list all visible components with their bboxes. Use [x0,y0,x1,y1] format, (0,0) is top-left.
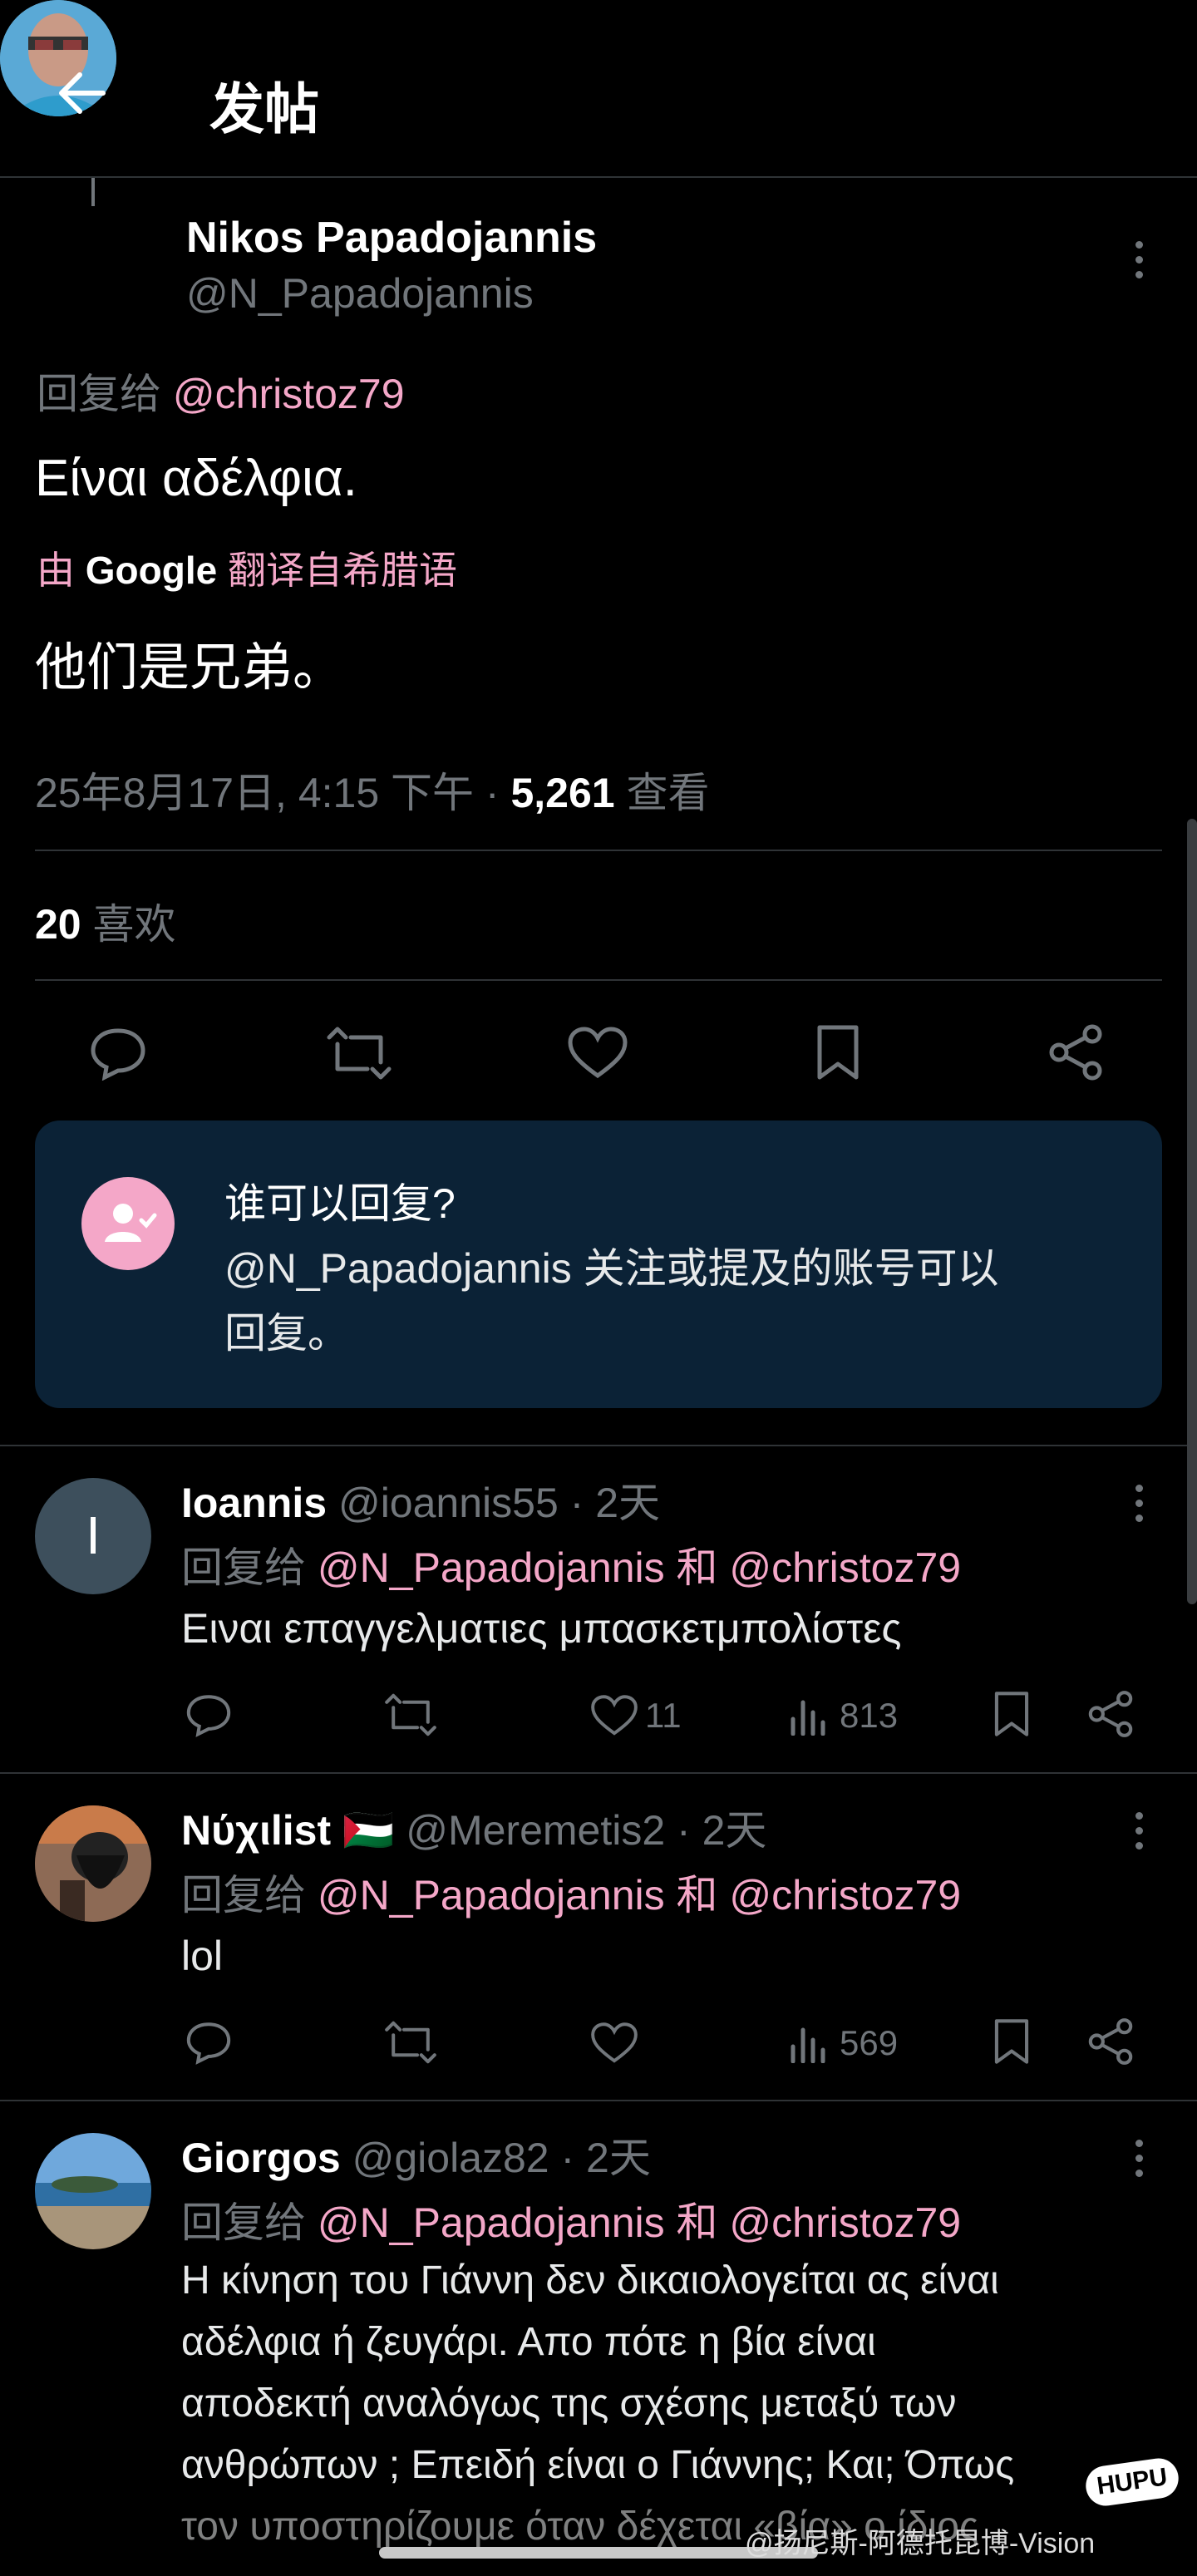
reply-divider [0,1772,1197,1774]
who-can-reply-card: 谁可以回复? @N_Papadojannis 关注或提及的账号可以 回复。 [35,1121,1162,1408]
reply-author-name[interactable]: Giorgos [181,2135,341,2181]
like-icon[interactable] [567,1026,628,1081]
like-icon[interactable] [590,1694,638,1737]
author-name[interactable]: Nikos Papadojannis [186,213,597,263]
share-icon[interactable] [1046,1022,1106,1082]
reply-mention[interactable]: @christoz79 [729,1872,961,1918]
page-title: 发帖 [209,78,319,140]
who-can-reply-line1: @N_Papadojannis 关注或提及的账号可以 [224,1245,999,1292]
reply-mention[interactable]: @christoz79 [173,371,405,417]
reply-mention[interactable]: @N_Papadojannis [318,2199,665,2246]
reply-context: 回复给 @N_Papadojannis 和 @christoz79 [181,1534,961,1594]
reply-text-line: ανθρώπων ; Επειδή είναι ο Γιάννης; Και; … [181,2443,1015,2487]
reply-conj: 和 [676,1872,718,1918]
retweet-icon[interactable] [384,1692,437,1737]
reply-conj: 和 [676,2199,718,2246]
meta-divider [35,850,1162,851]
reply-mention[interactable]: @christoz79 [729,2199,961,2246]
share-icon[interactable] [1086,2017,1135,2066]
tweet-text: Είναι αδέλφια. [35,450,357,507]
reply-mention[interactable]: @christoz79 [729,1544,961,1591]
reply-icon[interactable] [185,1692,233,1737]
reply-icon[interactable] [88,1026,148,1081]
reply-header: Ioannis @ioannis55 · 2天 [181,1470,660,1529]
tweet-meta: 25年8月17日, 4:15 下午 · 5,261 查看 [35,760,710,820]
like-count: 11 [645,1696,682,1735]
reply-author-name[interactable]: Νύχιlist [181,1807,331,1854]
reply-mention[interactable]: @N_Papadojannis [318,1872,665,1918]
reply-author-handle[interactable]: @Meremetis2 · 2天 [406,1807,766,1854]
bookmark-icon[interactable] [993,1689,1031,1739]
reply-conj: 和 [676,1544,718,1591]
translate-by: 由 [37,549,75,592]
like-icon[interactable] [590,2022,638,2065]
reply-context: 回复给 @N_Papadojannis 和 @christoz79 [181,1862,961,1922]
flag-icon: 🇵🇸 [342,1807,395,1854]
more-options-icon[interactable] [1135,1485,1145,1528]
more-options-icon[interactable] [1135,241,1145,284]
scrollbar[interactable] [1187,819,1197,1604]
reply-icon[interactable] [185,2020,233,2065]
hupu-logo: HUPU [1083,2455,1181,2509]
likes-summary[interactable]: 20 喜欢 [35,891,176,951]
views-count: 5,261 [510,770,615,816]
reply-author-handle[interactable]: @ioannis55 · 2天 [338,1480,660,1526]
reply-avatar[interactable] [35,1805,151,1922]
timestamp: 25年8月17日, 4:15 下午 · [35,770,511,816]
translate-source: 翻译自希腊语 [228,549,458,592]
tweet-translation: 他们是兄弟。 [35,639,345,697]
thread-line [91,178,95,206]
who-can-reply-title: 谁可以回复? [224,1180,456,1227]
reply-avatar[interactable]: I [35,1478,151,1594]
reply-prefix: 回复给 [181,1872,306,1918]
header-divider [0,176,1197,178]
author-handle[interactable]: @N_Papadojannis [186,269,534,318]
more-options-icon[interactable] [1135,1812,1145,1855]
views-icon[interactable] [788,1694,828,1736]
bookmark-icon[interactable] [815,1022,861,1082]
who-can-reply-line2: 回复。 [224,1310,349,1357]
reply-author-handle[interactable]: @giolaz82 · 2天 [352,2135,651,2181]
share-icon[interactable] [1086,1689,1135,1739]
reply-text: Ειναι επαγγελματιες μπασκετμπολίστες [181,1605,902,1652]
reply-text: lol [181,1933,224,1979]
translation-attribution[interactable]: 由 Google 翻译自希腊语 [37,540,457,595]
reply-text-line: αδέλφια ή ζευγάρι. Απο πότε η βία είναι [181,2320,876,2364]
retweet-icon[interactable] [326,1026,392,1081]
avatar-letter: I [86,1505,101,1565]
retweet-icon[interactable] [384,2020,437,2065]
likes-divider [35,979,1162,981]
reply-mention[interactable]: @N_Papadojannis [318,1544,665,1591]
reply-text-line: Η κίνηση του Γιάννη δεν δικαιολογείται α… [181,2258,999,2303]
reply-prefix: 回复给 [181,2199,306,2246]
bookmark-icon[interactable] [993,2017,1031,2066]
views-label: 查看 [614,770,710,816]
reply-context: 回复给 @christoz79 [37,361,405,421]
reply-author-name[interactable]: Ioannis [181,1480,327,1526]
reply-text-line: αποδεκτή αναλόγως της σχέσης μεταξύ των [181,2381,957,2426]
watermark-text: @扬尼斯-阿德托昆博-Vision [745,2528,1096,2559]
google-logo: Google [85,549,218,592]
views-count: 569 [840,2023,899,2062]
views-icon[interactable] [788,2022,828,2063]
reply-prefix: 回复给 [37,371,161,417]
likes-count: 20 [35,901,81,948]
reply-avatar[interactable] [35,2133,151,2249]
reply-header: Νύχιlist 🇵🇸 @Meremetis2 · 2天 [181,1797,766,1857]
views-count: 813 [840,1696,899,1735]
card-divider [0,1445,1197,1446]
who-can-reply-icon [81,1177,175,1270]
reply-context: 回复给 @N_Papadojannis 和 @christoz79 [181,2189,961,2249]
likes-label: 喜欢 [81,901,176,948]
more-options-icon[interactable] [1135,2140,1145,2183]
reply-prefix: 回复给 [181,1544,306,1591]
reply-divider [0,2100,1197,2101]
reply-header: Giorgos @giolaz82 · 2天 [181,2125,651,2184]
back-arrow-icon[interactable] [55,66,108,120]
